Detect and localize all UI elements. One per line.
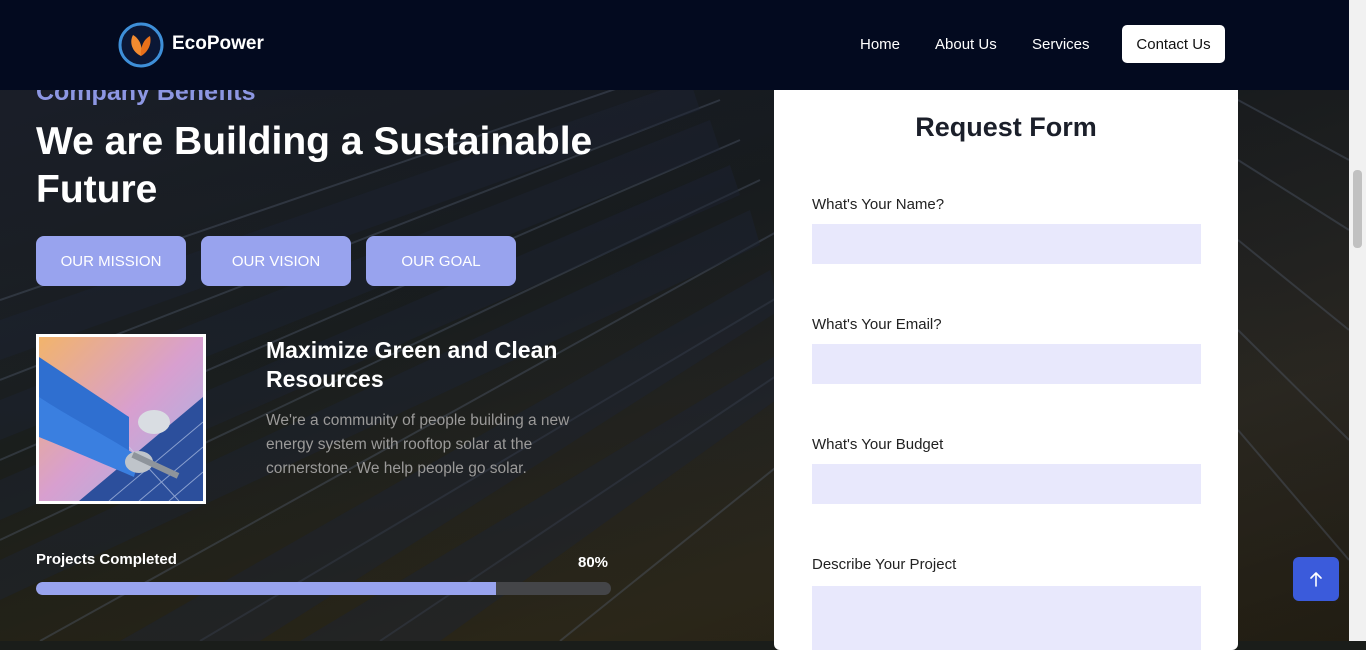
email-field-label: What's Your Email? [812,316,942,333]
our-vision-button[interactable]: OUR VISION [201,236,351,286]
nav-about-us[interactable]: About Us [935,36,997,53]
email-field[interactable] [812,344,1201,384]
budget-field[interactable] [812,464,1201,504]
nav-services[interactable]: Services [1032,36,1090,53]
page-headline: We are Building a Sustainable Future [36,120,593,211]
name-field-label: What's Your Name? [812,196,945,213]
arrow-up-icon [1310,572,1322,587]
progress-value: 80% [578,554,609,571]
our-mission-button[interactable]: OUR MISSION [36,236,186,286]
brand-name[interactable]: EcoPower [172,33,264,55]
budget-field-label: What's Your Budget [812,436,944,453]
request-form-card: Request Form What's Your Name? What's Yo… [774,90,1238,650]
leaf-logo-icon[interactable] [118,22,164,68]
site-header: EcoPower Home About Us Services Contact … [0,0,1349,90]
name-field[interactable] [812,224,1201,264]
progress-fill [36,582,496,595]
feature-title: Maximize Green and Clean Resources [266,337,558,392]
our-goal-button[interactable]: OUR GOAL [366,236,516,286]
project-field-label: Describe Your Project [812,556,957,573]
page-scrollbar[interactable] [1349,0,1366,641]
project-description-field[interactable] [812,586,1201,650]
progress-bar [36,582,611,595]
feature-description: We're a community of people building a n… [266,412,570,477]
back-to-top-button[interactable] [1293,557,1339,601]
contact-us-button[interactable]: Contact Us [1122,25,1225,63]
solar-worker-photo [36,334,206,504]
nav-home[interactable]: Home [860,36,900,53]
progress-label: Projects Completed [36,551,177,568]
form-title: Request Form [915,112,1097,142]
scrollbar-thumb[interactable] [1353,170,1362,248]
